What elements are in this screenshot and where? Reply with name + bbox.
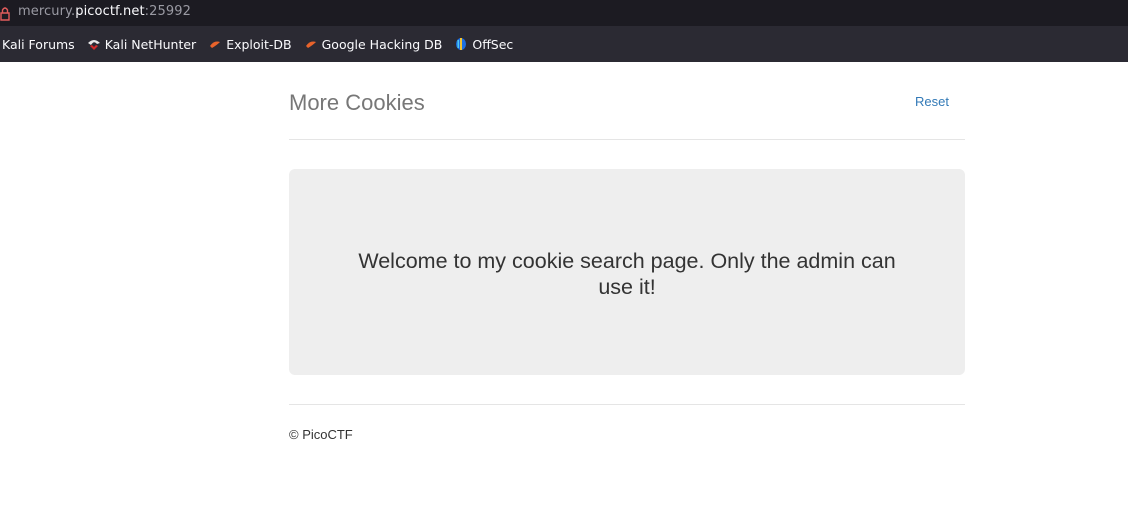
url-host: picoctf.net <box>75 4 145 19</box>
offsec-icon <box>456 38 467 50</box>
bookmark-exploit-db[interactable]: Exploit-DB <box>208 26 292 62</box>
ghdb-icon <box>305 41 316 48</box>
bookmark-label: Exploit-DB <box>226 36 292 52</box>
bookmark-label: Kali Forums <box>2 36 75 52</box>
bookmark-kali-nethunter[interactable]: Kali NetHunter <box>87 26 196 62</box>
bookmark-label: OffSec <box>472 36 514 52</box>
bookmark-google-hacking-db[interactable]: Google Hacking DB <box>304 26 443 62</box>
welcome-message: Welcome to my cookie search page. Only t… <box>358 249 896 299</box>
bookmark-label: Google Hacking DB <box>321 36 443 52</box>
footer-copyright: © PicoCTF <box>289 427 353 442</box>
browser-url-bar[interactable]: mercury.picoctf.net:25992 <box>0 0 1128 26</box>
bookmark-label: Kali NetHunter <box>104 36 197 52</box>
nethunter-icon <box>87 40 100 50</box>
exploit-db-icon <box>210 41 221 48</box>
page-content: More Cookies Reset Welcome to my cookie … <box>0 62 1128 507</box>
url-port: :25992 <box>144 4 191 19</box>
url-prefix: mercury. <box>18 4 76 19</box>
page-title: More Cookies <box>289 90 425 115</box>
header-divider <box>289 139 965 140</box>
bookmarks-toolbar: Kali Forums Kali NetHunter Exploit-DB Go… <box>0 26 1128 62</box>
bookmark-kali-forums[interactable]: Kali Forums <box>2 26 75 62</box>
footer-divider <box>289 404 965 405</box>
bookmark-offsec[interactable]: OffSec <box>454 26 513 62</box>
reset-link[interactable]: Reset <box>915 94 949 109</box>
page-info-icon[interactable] <box>0 5 10 21</box>
jumbotron: Welcome to my cookie search page. Only t… <box>289 169 965 375</box>
url-text[interactable]: mercury.picoctf.net:25992 <box>18 4 191 19</box>
